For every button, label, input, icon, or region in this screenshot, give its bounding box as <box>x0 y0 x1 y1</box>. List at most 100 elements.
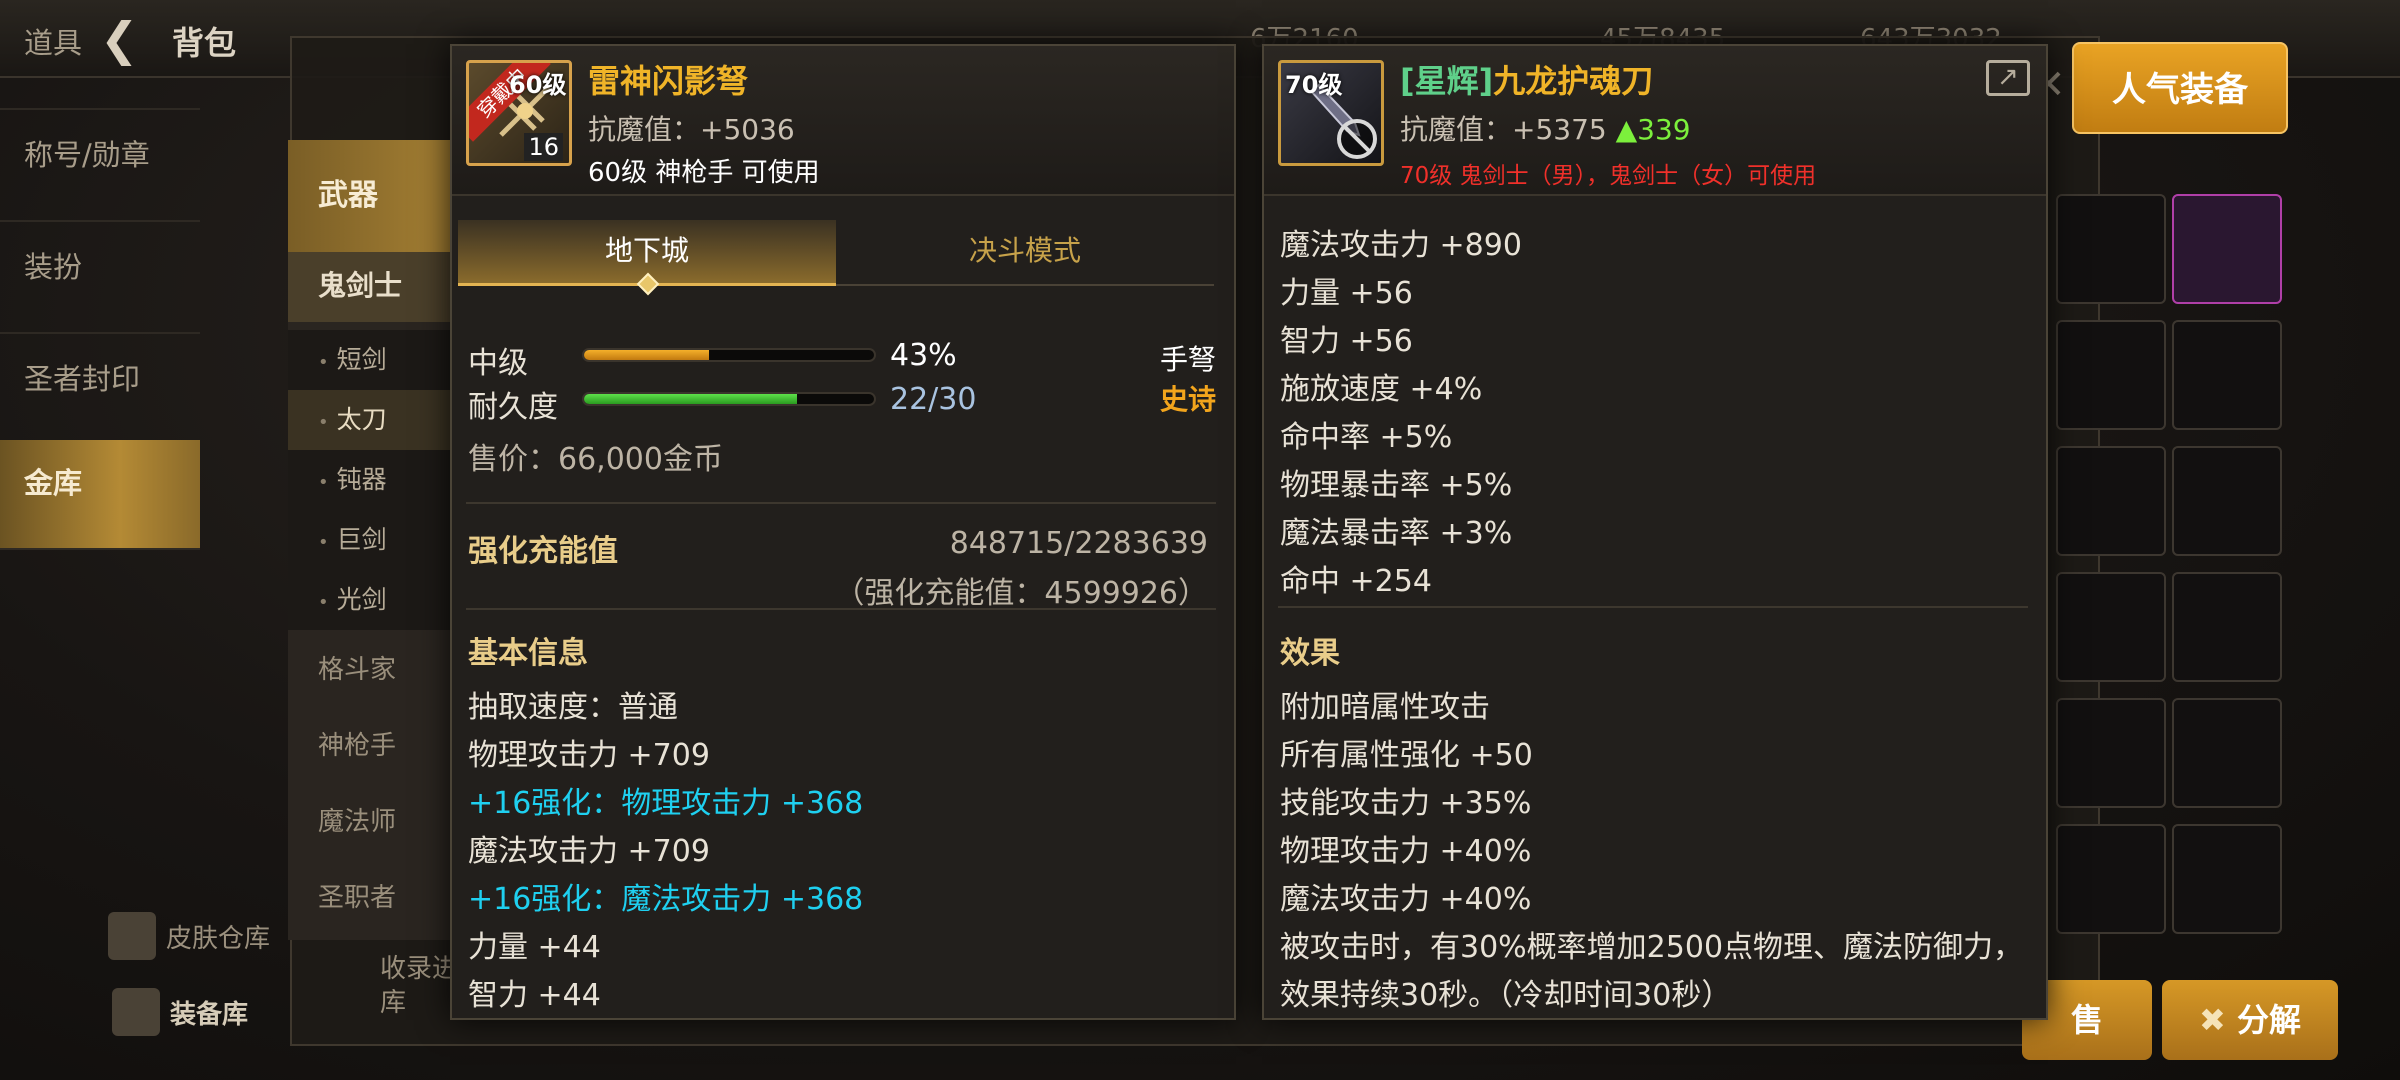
item-level: 60级 <box>509 71 567 99</box>
category-job-priest[interactable]: 圣职者 <box>288 868 450 928</box>
effect-line: 物理攻击力 +40% <box>1280 834 1532 869</box>
grade-percent: 43% <box>890 338 957 373</box>
durability-label: 耐久度 <box>468 390 558 425</box>
item-icon-blade[interactable]: 70级 <box>1278 60 1384 166</box>
category-job-gunner[interactable]: 神枪手 <box>288 716 450 776</box>
armor-icon <box>112 988 160 1036</box>
subcategory-0[interactable]: 短剑 <box>288 330 450 390</box>
category-weapon[interactable]: 武器 <box>288 140 450 252</box>
equip-warehouse-label: 装备库 <box>170 999 249 1030</box>
durability-bar-fill <box>584 394 797 404</box>
decompose-label: 分解 <box>2236 1001 2301 1039</box>
tab-pvp[interactable]: 决斗模式 <box>836 220 1214 286</box>
effect-line: 所有属性强化 +50 <box>1280 738 1533 773</box>
durability-bar <box>582 392 876 406</box>
category-job-fighter[interactable]: 格斗家 <box>288 640 450 700</box>
compare-item-tooltip: 70级 [星辉]九龙护魂刀 抗魔值：+5375 ▲339 70级 鬼剑士（男），… <box>1262 44 2048 1020</box>
decompose-button[interactable]: ✖ 分解 <box>2162 980 2338 1060</box>
charge-label: 强化充能值 <box>468 534 618 569</box>
stat-line: 命中 +254 <box>1280 564 1432 599</box>
upgrade-level: 16 <box>524 133 563 161</box>
hot-equip-button[interactable]: 人气装备 <box>2072 42 2288 134</box>
category-list: 武器 鬼剑士 短剑 太刀 钝器 巨剑 光剑 格斗家 神枪手 魔法师 圣职者 <box>288 140 450 940</box>
side-item-items[interactable]: 道具 <box>0 0 200 110</box>
category-job-mage[interactable]: 魔法师 <box>288 792 450 852</box>
slot-empty[interactable] <box>2172 572 2282 682</box>
stat-line: 魔法暴击率 +3% <box>1280 516 1513 551</box>
magic-resist: 抗魔值：+5375 ▲339 <box>1400 108 1691 148</box>
slot-empty[interactable] <box>2056 446 2166 556</box>
effect-line: 魔法攻击力 +40% <box>1280 882 1532 917</box>
slot-empty[interactable] <box>2056 320 2166 430</box>
slot-ring[interactable] <box>2056 194 2166 304</box>
effect-title: 效果 <box>1280 636 1340 671</box>
magic-resist: 抗魔值：+5036 <box>588 113 795 146</box>
slot-empty[interactable] <box>2056 572 2166 682</box>
side-item-titles[interactable]: 称号/勋章 <box>0 112 200 222</box>
stat-line: 智力 +56 <box>1280 324 1413 359</box>
stat-line: 魔法攻击力 +709 <box>468 834 710 869</box>
charge-value: 848715/2283639 <box>949 526 1208 561</box>
side-item-seal[interactable]: 圣者封印 <box>0 336 200 446</box>
stat-line: 物理暴击率 +5% <box>1280 468 1513 503</box>
divider <box>1278 606 2028 608</box>
item-name: 雷神闪影弩 <box>588 62 749 100</box>
item-requirement: 60级 神枪手 可使用 <box>588 158 820 188</box>
mode-tabs: 地下城 决斗模式 <box>458 220 1218 296</box>
item-name: [星辉]九龙护魂刀 <box>1400 56 1653 102</box>
subcategory-2[interactable]: 钝器 <box>288 450 450 510</box>
slot-empty[interactable] <box>2056 824 2166 934</box>
slot-empty[interactable] <box>2172 698 2282 808</box>
basic-info-title: 基本信息 <box>468 636 588 671</box>
item-level: 70级 <box>1285 71 1343 99</box>
tooltip-header: 70级 [星辉]九龙护魂刀 抗魔值：+5375 ▲339 70级 鬼剑士（男），… <box>1264 46 2046 196</box>
tooltip-header: 穿戴中 60级 16 雷神闪影弩 抗魔值：+5036 60级 神枪手 可使用 <box>452 46 1234 196</box>
slot-empty[interactable] <box>2172 824 2282 934</box>
charge-total: （强化充能值：4599926） <box>834 576 1208 611</box>
grade-bar <box>582 348 876 362</box>
equip-warehouse-button[interactable]: 装备库 <box>112 988 248 1036</box>
skin-warehouse-button[interactable]: 皮肤仓库 <box>108 912 270 960</box>
divider <box>466 608 1216 610</box>
brush-icon <box>108 912 156 960</box>
equipped-item-tooltip: 穿戴中 60级 16 雷神闪影弩 抗魔值：+5036 60级 神枪手 可使用 地… <box>450 44 1236 1020</box>
effect-line: 被攻击时，有30%概率增加2500点物理、魔法防御力， <box>1280 930 2024 965</box>
weapon-type: 手弩 <box>1160 343 1217 376</box>
stat-line: 魔法攻击力 +890 <box>1280 228 1522 263</box>
effect-line: 技能攻击力 +35% <box>1280 786 1532 821</box>
grade-bar-fill <box>584 350 709 360</box>
magic-resist-delta: ▲339 <box>1615 113 1691 146</box>
no-equip-icon <box>1337 119 1377 159</box>
stat-line: 力量 +56 <box>1280 276 1413 311</box>
stat-line: 智力 +44 <box>468 978 601 1013</box>
stat-line: 施放速度 +4% <box>1280 372 1483 407</box>
slot-empty[interactable] <box>2172 446 2282 556</box>
item-icon-crossbow[interactable]: 穿戴中 60级 16 <box>466 60 572 166</box>
magic-resist-value: 抗魔值：+5375 <box>1400 113 1607 146</box>
item-name-prefix: [星辉] <box>1400 62 1494 100</box>
grade-label: 中级 <box>468 346 528 381</box>
side-menu: 道具 称号/勋章 装扮 圣者封印 金库 <box>0 0 200 560</box>
share-icon[interactable]: ↗ <box>1986 60 2030 96</box>
slot-empty[interactable] <box>2056 698 2166 808</box>
effect-line: 效果持续30秒。（冷却时间30秒） <box>1280 978 1732 1013</box>
slot-empty[interactable] <box>2172 320 2282 430</box>
stat-line-enhance: +16强化：魔法攻击力 +368 <box>468 882 864 917</box>
skin-warehouse-label: 皮肤仓库 <box>166 923 271 954</box>
side-item-vault[interactable]: 金库 <box>0 440 200 550</box>
category-job-slayer[interactable]: 鬼剑士 <box>288 252 450 322</box>
subcategory-1[interactable]: 太刀 <box>288 390 450 450</box>
stat-line-enhance: +16强化：物理攻击力 +368 <box>468 786 864 821</box>
effect-line: 附加暗属性攻击 <box>1280 690 1490 725</box>
subcategory-4[interactable]: 光剑 <box>288 570 450 630</box>
subcategory-3[interactable]: 巨剑 <box>288 510 450 570</box>
side-item-avatar[interactable]: 装扮 <box>0 224 200 334</box>
stat-line: 抽取速度：普通 <box>468 690 678 725</box>
collect-label[interactable]: 收录进 库 <box>380 952 458 1020</box>
rarity-label: 史诗 <box>1160 383 1217 416</box>
stat-line: 物理攻击力 +709 <box>468 738 710 773</box>
slot-purple-item[interactable] <box>2172 194 2282 304</box>
hammer-icon: ✖ <box>2199 1001 2237 1039</box>
item-requirement: 70级 鬼剑士（男），鬼剑士（女）可使用 <box>1400 163 1817 189</box>
durability-value: 22/30 <box>890 382 977 417</box>
